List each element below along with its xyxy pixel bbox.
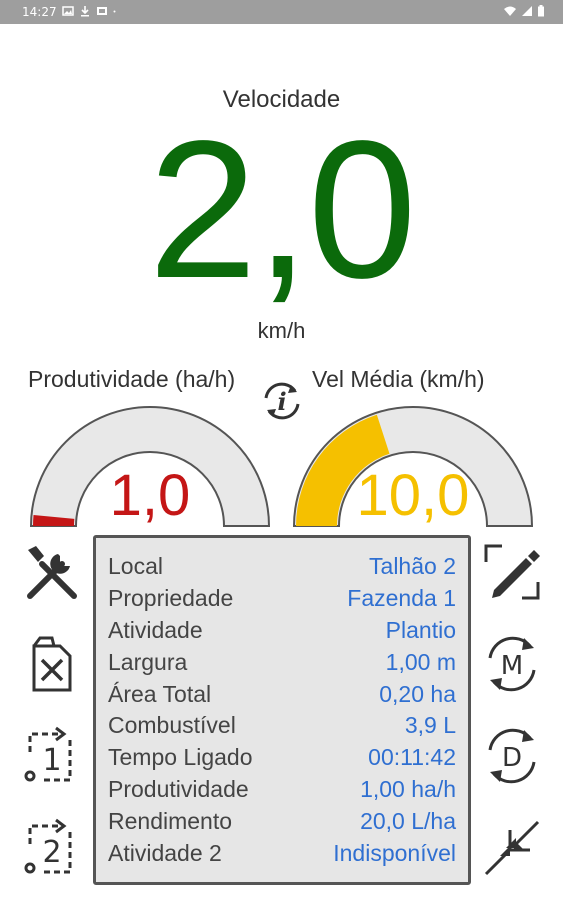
info-key: Combustível xyxy=(108,712,236,739)
info-value: Indisponível xyxy=(333,839,456,866)
info-key: Propriedade xyxy=(108,585,234,612)
fuel-cancel-icon[interactable] xyxy=(20,632,84,696)
wifi-icon xyxy=(504,6,516,16)
info-value: Talhão 2 xyxy=(369,553,456,580)
info-value: Fazenda 1 xyxy=(347,585,456,612)
info-value: 0,20 ha xyxy=(379,680,456,707)
info-key: Local xyxy=(108,553,163,580)
screenshot-icon xyxy=(97,7,107,15)
minimize-icon[interactable] xyxy=(480,816,544,880)
info-row-area-total: Área Total 0,20 ha xyxy=(108,678,456,710)
speed-unit: km/h xyxy=(257,318,306,343)
svg-text:D: D xyxy=(502,743,522,773)
speed-value: 2,0 xyxy=(148,100,416,319)
svg-text:1: 1 xyxy=(42,743,61,778)
info-row-produtividade: Produtividade 1,00 ha/h xyxy=(108,774,456,806)
d-cycle-icon[interactable]: D xyxy=(480,724,544,788)
avg-speed-gauge-value: 10,0 xyxy=(356,463,470,528)
info-key: Área Total xyxy=(108,680,212,707)
info-key: Atividade xyxy=(108,616,203,643)
dot-icon xyxy=(113,10,116,13)
info-value: 00:11:42 xyxy=(368,744,456,771)
info-value: Plantio xyxy=(385,616,456,643)
info-row-propriedade: Propriedade Fazenda 1 xyxy=(108,583,456,615)
avg-speed-gauge-label: Vel Média (km/h) xyxy=(312,366,485,392)
svg-text:M: M xyxy=(501,651,523,681)
info-row-atividade: Atividade Plantio xyxy=(108,615,456,647)
info-row-combustivel: Combustível 3,9 L xyxy=(108,710,456,742)
info-key: Produtividade xyxy=(108,775,249,802)
battery-icon xyxy=(538,5,544,17)
info-key: Tempo Ligado xyxy=(108,744,253,771)
reset-2-icon[interactable]: 2 xyxy=(20,816,84,880)
tools-icon[interactable] xyxy=(20,540,84,604)
status-time: 14:27 xyxy=(22,5,57,19)
edit-icon[interactable] xyxy=(480,540,544,604)
info-value: 3,9 L xyxy=(404,712,456,739)
info-value: 1,00 ha/h xyxy=(360,775,456,802)
info-key: Atividade 2 xyxy=(108,839,222,866)
status-bar: 14:27 xyxy=(0,0,563,24)
status-system-icons xyxy=(503,4,545,18)
info-row-tempo-ligado: Tempo Ligado 00:11:42 xyxy=(108,742,456,774)
productivity-gauge-value: 1,0 xyxy=(109,463,191,528)
info-panel: Local Talhão 2 Propriedade Fazenda 1 Ati… xyxy=(93,535,471,885)
productivity-gauge-label: Produtividade (ha/h) xyxy=(28,366,236,392)
info-key: Largura xyxy=(108,648,188,675)
info-row-local: Local Talhão 2 xyxy=(108,551,456,583)
info-row-largura: Largura 1,00 m xyxy=(108,646,456,678)
manual-cycle-icon[interactable]: M xyxy=(480,632,544,696)
signal-icon xyxy=(522,6,532,16)
info-row-atividade-2: Atividade 2 Indisponível xyxy=(108,837,456,869)
svg-text:2: 2 xyxy=(42,835,61,870)
svg-text:i: i xyxy=(277,387,286,416)
download-icon xyxy=(81,6,89,17)
info-key: Rendimento xyxy=(108,807,233,834)
reset-1-icon[interactable]: 1 xyxy=(20,724,84,788)
status-notification-icons xyxy=(62,4,119,18)
info-value: 1,00 m xyxy=(385,648,456,675)
info-value: 20,0 L/ha xyxy=(360,807,456,834)
image-icon xyxy=(62,6,74,16)
info-row-rendimento: Rendimento 20,0 L/ha xyxy=(108,805,456,837)
